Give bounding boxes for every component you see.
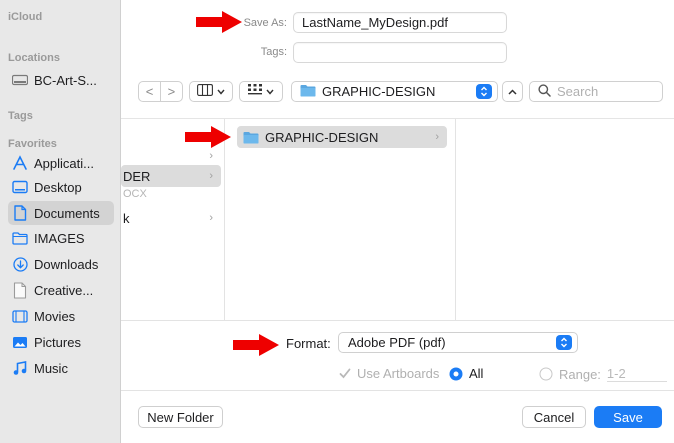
- all-radio[interactable]: All: [449, 366, 483, 381]
- radio-empty-icon: [539, 367, 553, 381]
- format-label: Format:: [286, 336, 331, 351]
- sidebar-section-tags: Tags: [8, 110, 33, 122]
- sidebar-section-locations: Locations: [8, 52, 60, 64]
- checkmark-icon: [339, 368, 351, 379]
- list-item[interactable]: DER ›: [121, 165, 221, 187]
- sidebar-item-label: Music: [34, 360, 68, 376]
- collapse-button[interactable]: [502, 81, 523, 102]
- list-item[interactable]: k ›: [121, 207, 221, 229]
- red-arrow-icon: [233, 334, 279, 356]
- sidebar-section-icloud: iCloud: [8, 11, 43, 23]
- save-button[interactable]: Save: [594, 406, 662, 428]
- sidebar-item-label: Applicati...: [34, 155, 94, 171]
- sidebar-item-movies[interactable]: Movies: [8, 304, 114, 328]
- chevron-up-icon: [508, 86, 517, 98]
- use-artboards-label: Use Artboards: [357, 366, 440, 381]
- pictures-icon: [12, 334, 28, 350]
- location-popup[interactable]: GRAPHIC-DESIGN: [291, 81, 498, 102]
- chevron-right-icon: ›: [435, 131, 439, 143]
- sidebar-item-applications[interactable]: Applicati...: [8, 151, 114, 175]
- range-radio[interactable]: Range: 1-2: [539, 366, 667, 382]
- format-value: Adobe PDF (pdf): [348, 335, 446, 350]
- folder-icon: [300, 84, 316, 100]
- sidebar-item-label: IMAGES: [34, 230, 85, 246]
- sidebar-item-label: Documents: [34, 205, 100, 221]
- sidebar-item-music[interactable]: Music: [8, 356, 114, 380]
- sidebar-item-bc-art[interactable]: BC-Art-S...: [8, 68, 114, 92]
- column-view-icon: [197, 84, 213, 99]
- music-icon: [12, 360, 28, 376]
- forward-button[interactable]: >: [161, 84, 182, 99]
- search-icon: [538, 83, 551, 100]
- save-as-field[interactable]: LastName_MyDesign.pdf: [293, 12, 507, 33]
- sidebar-item-desktop[interactable]: Desktop: [8, 175, 114, 199]
- tags-label: Tags:: [260, 46, 287, 58]
- browser-column-2: GRAPHIC-DESIGN ›: [225, 119, 455, 321]
- applications-icon: [12, 155, 28, 171]
- cancel-button[interactable]: Cancel: [522, 406, 586, 428]
- sidebar-item-label: Desktop: [34, 179, 82, 195]
- red-arrow-icon: [185, 126, 231, 148]
- sidebar-item-images[interactable]: IMAGES: [8, 226, 114, 250]
- sidebar-item-label: Movies: [34, 308, 76, 324]
- save-dialog-main: Save As: LastName_MyDesign.pdf Tags: < >…: [121, 0, 674, 443]
- new-folder-button[interactable]: New Folder: [138, 406, 223, 428]
- drive-icon: [12, 72, 28, 88]
- sidebar-item-label: Creative...: [34, 282, 94, 298]
- save-as-label: Save As:: [243, 17, 287, 29]
- file-browser: › DER › OCX k › GRAPHIC-DESIGN ›: [121, 118, 674, 321]
- sidebar-item-pictures[interactable]: Pictures: [8, 330, 114, 354]
- sidebar-item-documents[interactable]: Documents: [8, 201, 114, 225]
- browser-column-1: › DER › OCX k ›: [121, 119, 224, 321]
- search-field[interactable]: Search: [529, 81, 663, 102]
- folder-icon: [243, 131, 259, 144]
- desktop-icon: [12, 179, 28, 195]
- list-item[interactable]: ›: [121, 145, 221, 167]
- document-icon: [12, 281, 28, 299]
- column-view-button[interactable]: [189, 81, 233, 102]
- sidebar-item-label: Downloads: [34, 256, 99, 272]
- chevron-right-icon: ›: [209, 150, 213, 162]
- all-label: All: [469, 366, 484, 381]
- sidebar: iCloud Locations BC-Art-S... Tags Favori…: [0, 0, 121, 443]
- back-forward-control: < >: [138, 81, 183, 102]
- downloads-icon: [12, 256, 28, 272]
- sidebar-item-creative[interactable]: Creative...: [8, 278, 114, 302]
- format-popup[interactable]: Adobe PDF (pdf): [338, 332, 578, 353]
- documents-icon: [12, 205, 28, 221]
- search-placeholder: Search: [557, 84, 599, 99]
- folder-icon: [12, 230, 28, 246]
- tags-field[interactable]: [293, 42, 507, 63]
- location-label: GRAPHIC-DESIGN: [322, 84, 436, 99]
- range-field[interactable]: 1-2: [606, 366, 667, 382]
- sidebar-item-downloads[interactable]: Downloads: [8, 252, 114, 276]
- chevron-right-icon: ›: [209, 212, 213, 224]
- updown-chevron-icon: [556, 335, 572, 350]
- list-item[interactable]: GRAPHIC-DESIGN ›: [237, 126, 447, 148]
- chevron-down-icon: [217, 86, 225, 98]
- chevron-right-icon: ›: [209, 170, 213, 182]
- back-button[interactable]: <: [139, 84, 160, 99]
- movies-icon: [12, 308, 28, 324]
- range-label: Range:: [559, 366, 601, 382]
- grid-icon: [248, 84, 262, 99]
- group-view-button[interactable]: [239, 81, 283, 102]
- sidebar-item-label: Pictures: [34, 334, 81, 350]
- list-item[interactable]: OCX: [121, 187, 221, 201]
- sidebar-item-label: BC-Art-S...: [34, 72, 97, 88]
- updown-chevron-icon: [476, 84, 492, 99]
- sidebar-section-favorites: Favorites: [8, 138, 57, 150]
- radio-selected-icon: [449, 367, 463, 381]
- chevron-down-icon: [266, 86, 274, 98]
- use-artboards-option[interactable]: Use Artboards: [339, 366, 439, 381]
